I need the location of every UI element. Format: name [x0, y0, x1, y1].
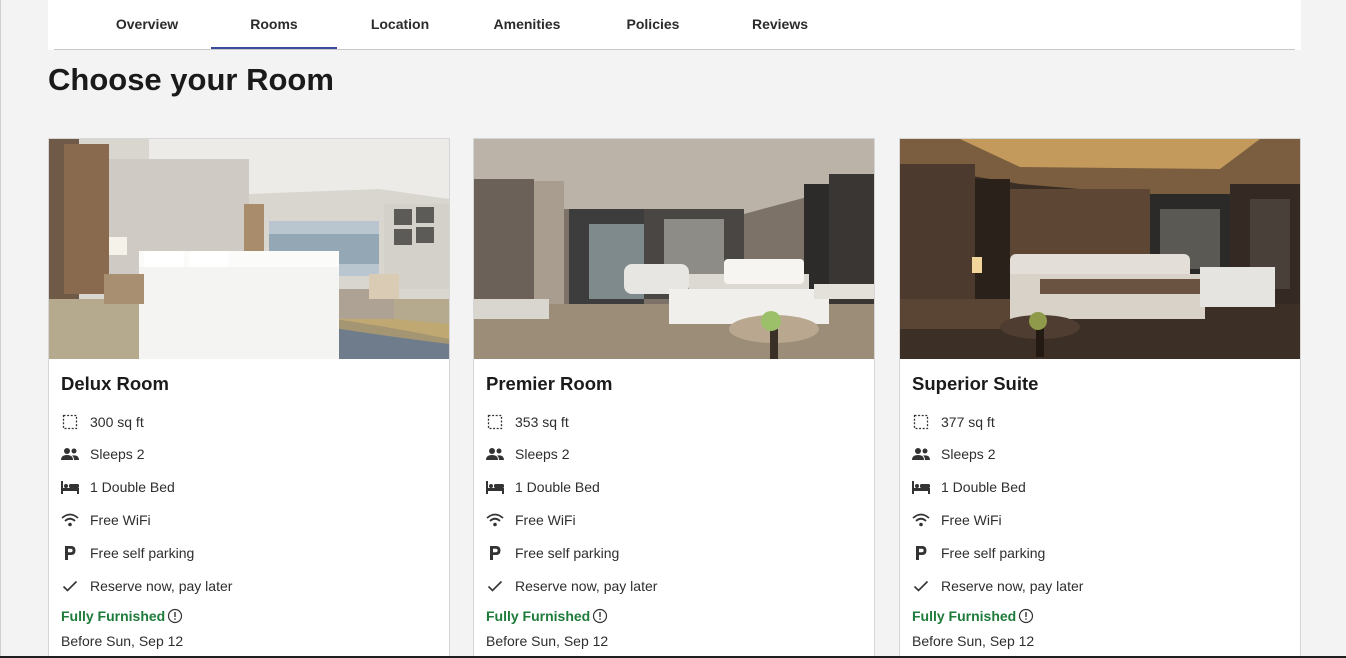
info-icon[interactable] — [1018, 608, 1034, 624]
furnished-badge: Fully Furnished — [912, 608, 1034, 624]
furnished-text: Fully Furnished — [486, 608, 591, 624]
parking-icon — [61, 544, 79, 562]
area-text: 353 sq ft — [515, 414, 569, 430]
room-reserve: Reserve now, pay later — [912, 575, 1083, 597]
parking-icon — [486, 544, 504, 562]
sleeps-text: Sleeps 2 — [90, 446, 145, 462]
bed-icon — [486, 478, 504, 496]
cancellation-date: Before Sun, Sep 12 — [486, 633, 609, 649]
check-icon — [486, 577, 504, 595]
parking-text: Free self parking — [515, 545, 620, 561]
room-wifi: Free WiFi — [486, 509, 576, 531]
room-parking: Free self parking — [61, 542, 194, 564]
room-area: 377 sq ft — [912, 411, 995, 433]
room-wifi: Free WiFi — [912, 509, 1002, 531]
tab-rooms[interactable]: Rooms — [211, 0, 337, 50]
room-name[interactable]: Delux Room — [61, 373, 169, 395]
section-tabs: Overview Rooms Location Amenities Polici… — [48, 0, 1301, 50]
room-photo[interactable] — [900, 139, 1300, 359]
wifi-text: Free WiFi — [941, 512, 1002, 528]
area-text: 377 sq ft — [941, 414, 995, 430]
room-sleeps: Sleeps 2 — [61, 443, 144, 465]
room-area: 300 sq ft — [61, 411, 144, 433]
room-card-premier[interactable]: Premier Room 353 sq ft Sleeps 2 1 Double… — [473, 138, 875, 658]
check-icon — [61, 577, 79, 595]
page-title: Choose your Room — [48, 62, 334, 97]
reserve-text: Reserve now, pay later — [90, 578, 233, 594]
room-bed: 1 Double Bed — [912, 476, 1026, 498]
wifi-icon — [912, 511, 930, 529]
room-sleeps: Sleeps 2 — [486, 443, 569, 465]
sleeps-text: Sleeps 2 — [515, 446, 570, 462]
page-left-border — [0, 0, 1, 658]
bed-icon — [61, 478, 79, 496]
room-name[interactable]: Superior Suite — [912, 373, 1038, 395]
sleeps-text: Sleeps 2 — [941, 446, 996, 462]
tabs-divider — [54, 49, 1295, 50]
cancellation-date: Before Sun, Sep 12 — [61, 633, 184, 649]
room-sleeps: Sleeps 2 — [912, 443, 995, 465]
furnished-badge: Fully Furnished — [61, 608, 183, 624]
parking-icon — [912, 544, 930, 562]
bed-text: 1 Double Bed — [515, 479, 600, 495]
room-area: 353 sq ft — [486, 411, 569, 433]
area-icon — [61, 413, 79, 431]
room-photo[interactable] — [474, 139, 874, 359]
tab-policies[interactable]: Policies — [590, 0, 716, 50]
furnished-text: Fully Furnished — [61, 608, 166, 624]
room-reserve: Reserve now, pay later — [486, 575, 657, 597]
room-reserve: Reserve now, pay later — [61, 575, 232, 597]
room-card-delux[interactable]: Delux Room 300 sq ft Sleeps 2 1 Double B… — [48, 138, 450, 658]
room-parking: Free self parking — [486, 542, 619, 564]
reserve-text: Reserve now, pay later — [941, 578, 1084, 594]
furnished-text: Fully Furnished — [912, 608, 1017, 624]
area-text: 300 sq ft — [90, 414, 144, 430]
people-icon — [912, 445, 930, 463]
bed-text: 1 Double Bed — [90, 479, 175, 495]
room-name[interactable]: Premier Room — [486, 373, 612, 395]
bed-icon — [912, 478, 930, 496]
area-icon — [486, 413, 504, 431]
info-icon[interactable] — [592, 608, 608, 624]
furnished-badge: Fully Furnished — [486, 608, 608, 624]
room-wifi: Free WiFi — [61, 509, 151, 531]
parking-text: Free self parking — [941, 545, 1046, 561]
room-card-superior-suite[interactable]: Superior Suite 377 sq ft Sleeps 2 1 Doub… — [899, 138, 1301, 658]
tab-location[interactable]: Location — [337, 0, 463, 50]
room-bed: 1 Double Bed — [61, 476, 175, 498]
info-icon[interactable] — [167, 608, 183, 624]
wifi-icon — [61, 511, 79, 529]
wifi-icon — [486, 511, 504, 529]
tab-overview[interactable]: Overview — [84, 0, 210, 50]
tab-reviews[interactable]: Reviews — [717, 0, 843, 50]
area-icon — [912, 413, 930, 431]
people-icon — [486, 445, 504, 463]
room-parking: Free self parking — [912, 542, 1045, 564]
room-photo[interactable] — [49, 139, 449, 359]
check-icon — [912, 577, 930, 595]
wifi-text: Free WiFi — [90, 512, 151, 528]
room-bed: 1 Double Bed — [486, 476, 600, 498]
cancellation-date: Before Sun, Sep 12 — [912, 633, 1035, 649]
wifi-text: Free WiFi — [515, 512, 576, 528]
bed-text: 1 Double Bed — [941, 479, 1026, 495]
tab-amenities[interactable]: Amenities — [464, 0, 590, 50]
parking-text: Free self parking — [90, 545, 195, 561]
people-icon — [61, 445, 79, 463]
reserve-text: Reserve now, pay later — [515, 578, 658, 594]
